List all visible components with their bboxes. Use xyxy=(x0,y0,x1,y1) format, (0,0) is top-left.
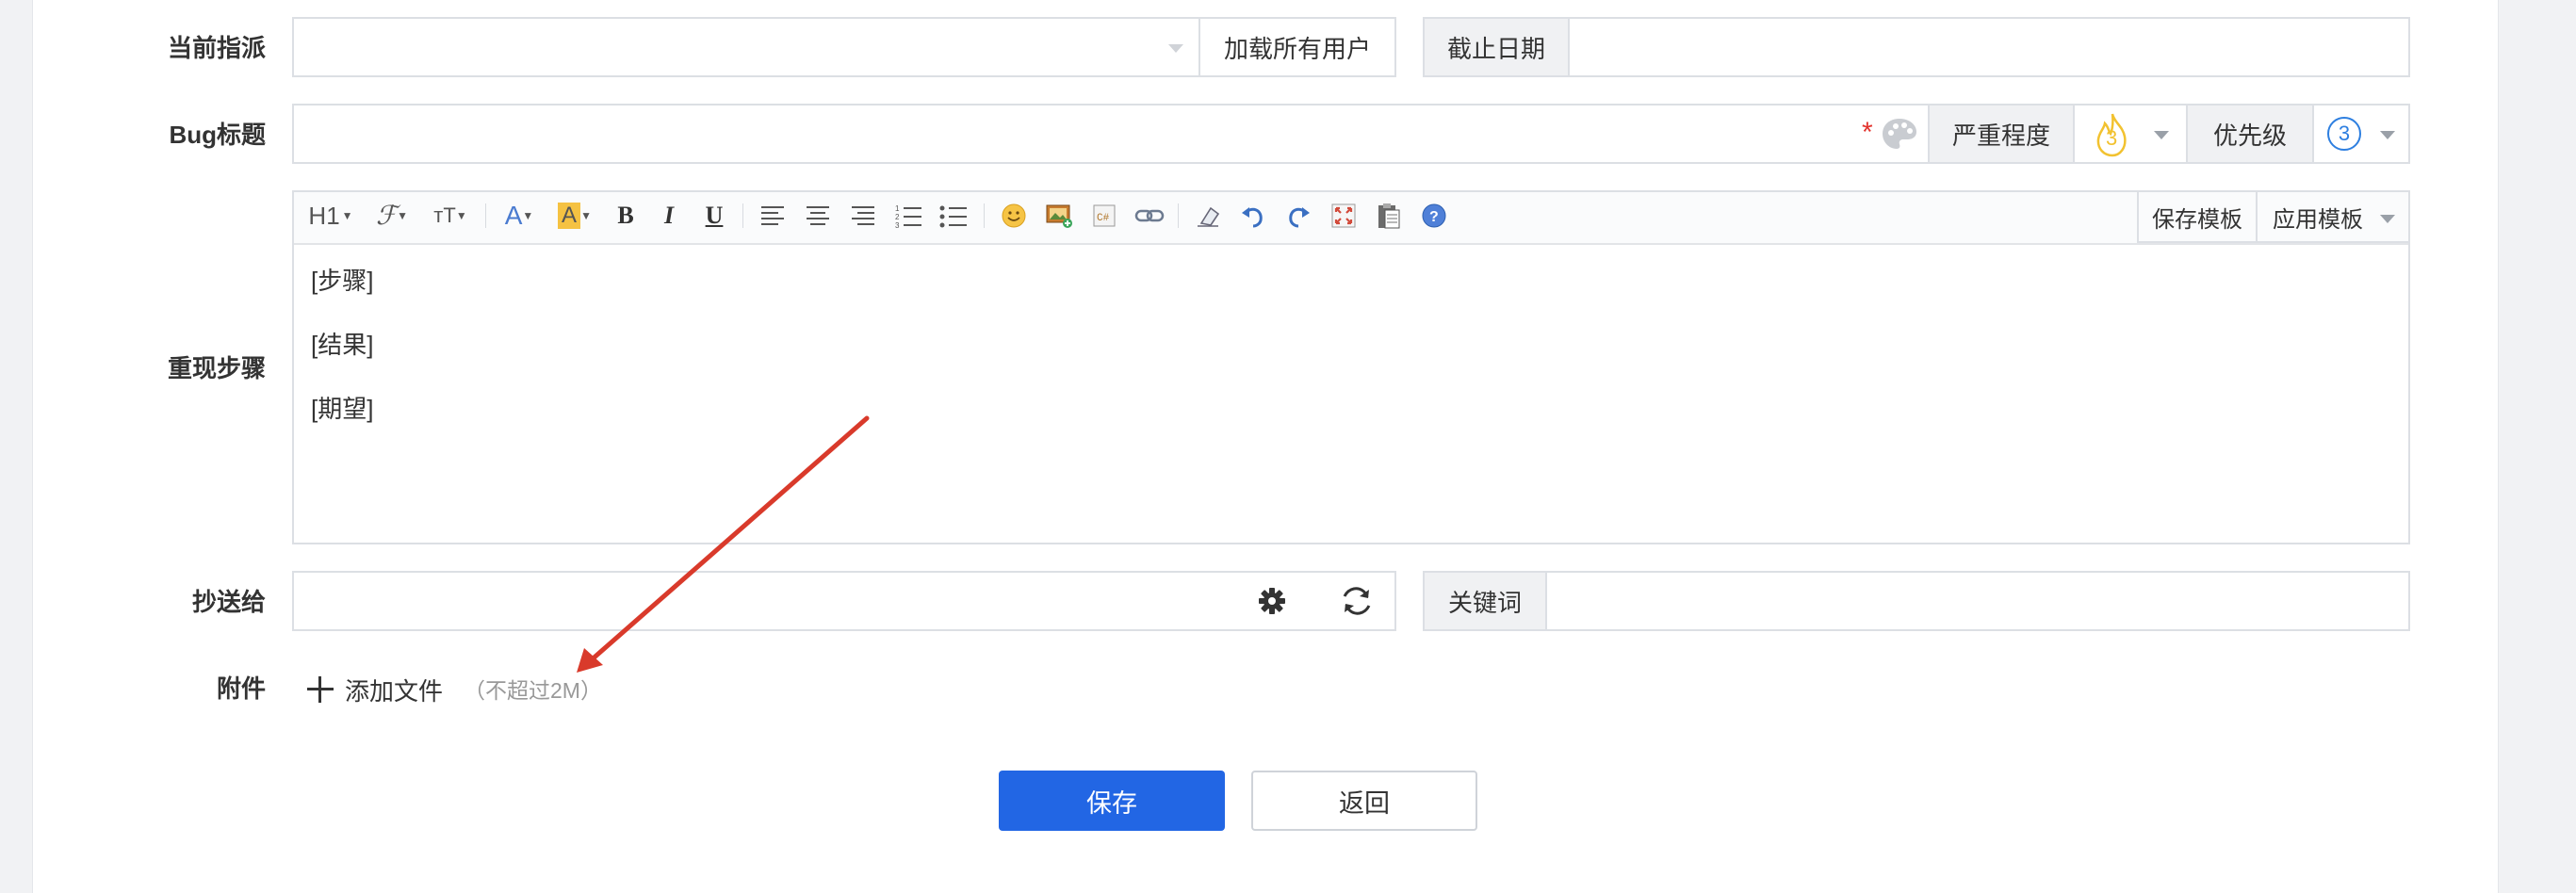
apply-template-label: 应用模板 xyxy=(2273,206,2363,233)
svg-text:C#: C# xyxy=(1097,213,1110,224)
code-icon[interactable]: C# xyxy=(1085,192,1123,239)
redo-icon[interactable] xyxy=(1280,192,1317,239)
plus-icon xyxy=(307,676,334,703)
deadline-label: 截止日期 xyxy=(1423,17,1570,77)
heading-icon[interactable]: H1 ▼ xyxy=(307,192,354,239)
keywords-input[interactable] xyxy=(1545,571,2410,631)
underline-icon[interactable]: U xyxy=(699,192,729,239)
chevron-down-icon xyxy=(2380,131,2395,139)
steps-label: 重现步骤 xyxy=(167,354,266,382)
chevron-down-icon xyxy=(1168,44,1183,53)
steps-editor: H1 ▼ ℱ ▼ ᴛT ▼ A ▼ A ▼ B I U 123 C# ? 保存模… xyxy=(292,190,2410,544)
assign-select[interactable] xyxy=(292,17,1200,77)
severity-label: 严重程度 xyxy=(1928,104,2075,164)
deadline-input[interactable] xyxy=(1568,17,2410,77)
file-size-limit-note: （不超过2M） xyxy=(464,678,602,703)
palette-icon[interactable] xyxy=(1881,117,1918,157)
editor-line-steps: [步骤] xyxy=(311,267,374,295)
unordered-list-icon[interactable] xyxy=(935,192,972,239)
ordered-list-icon[interactable]: 123 xyxy=(889,192,927,239)
required-mark: * xyxy=(1862,117,1873,148)
bug-title-input[interactable]: * xyxy=(292,104,1930,164)
toolbar-divider xyxy=(1178,203,1179,228)
paste-icon[interactable] xyxy=(1370,192,1408,239)
priority-badge: 3 xyxy=(2327,117,2361,151)
align-right-icon[interactable] xyxy=(844,192,882,239)
save-template-button[interactable]: 保存模板 xyxy=(2137,190,2258,243)
heading-text: H1 xyxy=(308,201,340,230)
help-icon[interactable]: ? xyxy=(1415,192,1453,239)
image-icon[interactable] xyxy=(1040,192,1078,239)
severity-value: 3 xyxy=(2106,126,2118,150)
editor-content[interactable]: [步骤] [结果] [期望] xyxy=(294,243,2408,543)
svg-text:1: 1 xyxy=(895,204,900,213)
back-button[interactable]: 返回 xyxy=(1251,771,1477,831)
highlight-icon[interactable]: A ▼ xyxy=(552,192,597,239)
attachment-label: 附件 xyxy=(216,674,266,703)
undo-icon[interactable] xyxy=(1234,192,1272,239)
priority-select[interactable]: 3 xyxy=(2312,104,2410,164)
editor-line-expected: [期望] xyxy=(311,395,374,423)
emoticon-icon[interactable] xyxy=(995,192,1033,239)
font-family-icon[interactable]: ℱ ▼ xyxy=(371,192,413,239)
bug-title-label: Bug标题 xyxy=(169,121,266,149)
load-all-users-button[interactable]: 加载所有用户 xyxy=(1198,17,1396,77)
severity-select[interactable]: 3 xyxy=(2073,104,2188,164)
italic-icon[interactable]: I xyxy=(654,192,684,239)
bold-icon[interactable]: B xyxy=(611,192,641,239)
assign-label: 当前指派 xyxy=(167,34,266,62)
keywords-label: 关键词 xyxy=(1423,571,1547,631)
toolbar-divider xyxy=(742,203,743,228)
priority-label: 优先级 xyxy=(2186,104,2314,164)
toolbar-divider xyxy=(984,203,985,228)
fullscreen-icon[interactable] xyxy=(1325,192,1362,239)
link-icon[interactable] xyxy=(1131,192,1168,239)
align-center-icon[interactable] xyxy=(799,192,837,239)
toolbar-divider xyxy=(485,203,486,228)
svg-text:2: 2 xyxy=(895,213,900,221)
gear-icon[interactable] xyxy=(1257,586,1287,621)
cc-input[interactable] xyxy=(292,571,1396,631)
add-file-label: 添加文件 xyxy=(345,676,444,706)
apply-template-button[interactable]: 应用模板 xyxy=(2256,190,2410,243)
svg-text:3: 3 xyxy=(895,221,900,228)
save-button[interactable]: 保存 xyxy=(999,771,1225,831)
align-left-icon[interactable] xyxy=(754,192,791,239)
add-file-button[interactable]: 添加文件 xyxy=(307,671,443,708)
priority-value: 3 xyxy=(2338,122,2351,145)
cc-label: 抄送给 xyxy=(191,588,266,616)
chevron-down-icon xyxy=(2154,131,2169,139)
svg-text:?: ? xyxy=(1429,209,1439,225)
font-color-icon[interactable]: A ▼ xyxy=(499,192,539,239)
clear-format-icon[interactable] xyxy=(1189,192,1227,239)
editor-toolbar: H1 ▼ ℱ ▼ ᴛT ▼ A ▼ A ▼ B I U 123 C# ? 保存模… xyxy=(294,190,2410,245)
refresh-icon[interactable] xyxy=(1340,584,1374,623)
chevron-down-icon xyxy=(2380,215,2395,223)
font-size-icon[interactable]: ᴛT ▼ xyxy=(428,192,473,239)
editor-line-result: [结果] xyxy=(311,331,374,359)
